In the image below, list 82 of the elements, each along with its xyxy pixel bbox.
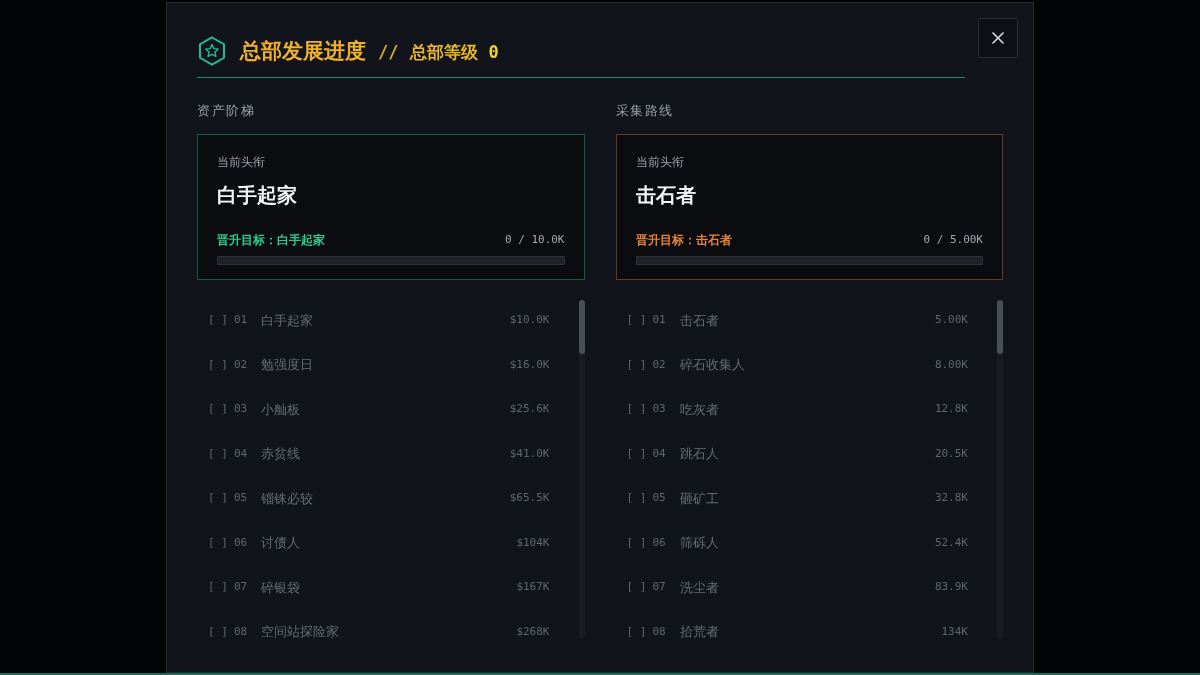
rank-name: 锱铢必较 [261, 489, 313, 508]
rank-requirement: $104K [516, 534, 550, 551]
scrollbar-thumb[interactable] [578, 300, 585, 354]
rank-name: 洗尘者 [679, 578, 719, 597]
checkbox-text: [ ] [626, 534, 648, 551]
column-heading: 资产阶梯 [197, 103, 257, 119]
promotion-target: 晋升目标：击石者 [635, 232, 732, 248]
rank-requirement: 83.9K [934, 579, 968, 595]
rank-name: 击石者 [679, 311, 719, 330]
checkbox-text: [ ] [626, 623, 648, 640]
rank-requirement: $16.0K [509, 356, 550, 373]
rank-requirement: $25.6K [509, 401, 550, 417]
card-label: 当前头衔 [217, 154, 266, 170]
dialog-title: 总部发展进度 [240, 37, 366, 65]
rank-requirement: $65.5K [509, 490, 550, 506]
rank-number: 03 [652, 401, 667, 417]
rank-number: 02 [234, 356, 249, 373]
current-rank-title: 白手起家 [217, 183, 298, 208]
checkbox-text: [ ] [208, 356, 229, 373]
rank-number: 07 [234, 579, 249, 595]
rank-name: 讨债人 [261, 534, 300, 552]
title-separator: // [378, 40, 399, 64]
level-label: 总部等级 [410, 40, 479, 64]
checkbox-text: [ ] [626, 579, 648, 595]
checkbox-text: [ ] [208, 623, 229, 640]
hexagon-star-icon [197, 36, 227, 66]
rank-requirement: 134K [941, 623, 968, 640]
rank-number: 02 [652, 356, 667, 373]
rank-name: 砸矿工 [679, 489, 719, 508]
rank-name: 吃灰者 [679, 400, 719, 419]
progress-reading: 0 / 10.0K [504, 232, 565, 248]
rank-requirement: 5.00K [934, 312, 968, 328]
rank-name: 碎银袋 [261, 578, 300, 597]
card-label: 当前头衔 [635, 154, 685, 170]
rank-requirement: 8.00K [934, 356, 968, 373]
close-button[interactable] [978, 18, 1018, 58]
rank-name: 跳石人 [679, 445, 719, 463]
rank-requirement: 32.8K [934, 490, 968, 506]
rank-number: 01 [234, 312, 249, 328]
column-heading: 采集路线 [615, 103, 675, 119]
scrollbar-thumb[interactable] [997, 300, 1003, 354]
rank-name: 空间站探险家 [261, 623, 339, 640]
rank-number: 04 [652, 445, 667, 462]
rank-requirement: $167K [516, 579, 550, 595]
rank-name: 拾荒者 [679, 623, 719, 640]
rank-name: 白手起家 [261, 311, 313, 330]
rank-number: 05 [234, 490, 249, 506]
rank-number: 01 [652, 312, 667, 328]
checkbox-text: [ ] [208, 579, 229, 595]
checkbox-text: [ ] [208, 445, 229, 462]
progress-reading: 0 / 5.00K [923, 232, 983, 248]
level-value: 0 [488, 40, 499, 64]
checkbox-text: [ ] [208, 401, 229, 417]
rank-name: 筛砾人 [679, 534, 719, 552]
checkbox-text: [ ] [626, 445, 648, 462]
checkbox-text: [ ] [626, 356, 648, 373]
rank-requirement: $10.0K [509, 312, 550, 328]
rank-name: 小舢板 [261, 400, 300, 419]
rank-requirement: $41.0K [509, 445, 550, 462]
checkbox-text: [ ] [208, 312, 229, 328]
rank-requirement: 20.5K [934, 445, 968, 462]
rank-number: 05 [652, 490, 667, 506]
rank-requirement: 52.4K [934, 534, 968, 551]
rank-number: 08 [234, 623, 249, 640]
rank-number: 06 [234, 534, 249, 551]
checkbox-text: [ ] [208, 490, 229, 506]
checkbox-text: [ ] [626, 490, 648, 506]
rank-name: 勉强度日 [261, 356, 313, 374]
checkbox-text: [ ] [626, 312, 648, 328]
rank-number: 08 [652, 623, 667, 640]
current-rank-title: 击石者 [635, 183, 697, 208]
rank-name: 赤贫线 [261, 445, 300, 463]
rank-number: 06 [652, 534, 667, 551]
checkbox-text: [ ] [208, 534, 229, 551]
rank-number: 07 [652, 579, 667, 595]
promotion-target: 晋升目标：白手起家 [217, 232, 325, 248]
checkbox-text: [ ] [626, 401, 648, 417]
rank-number: 04 [234, 445, 249, 462]
rank-requirement: $268K [516, 623, 550, 640]
rank-number: 03 [234, 401, 249, 417]
rank-requirement: 12.8K [934, 401, 968, 417]
rank-name: 碎石收集人 [679, 356, 745, 374]
